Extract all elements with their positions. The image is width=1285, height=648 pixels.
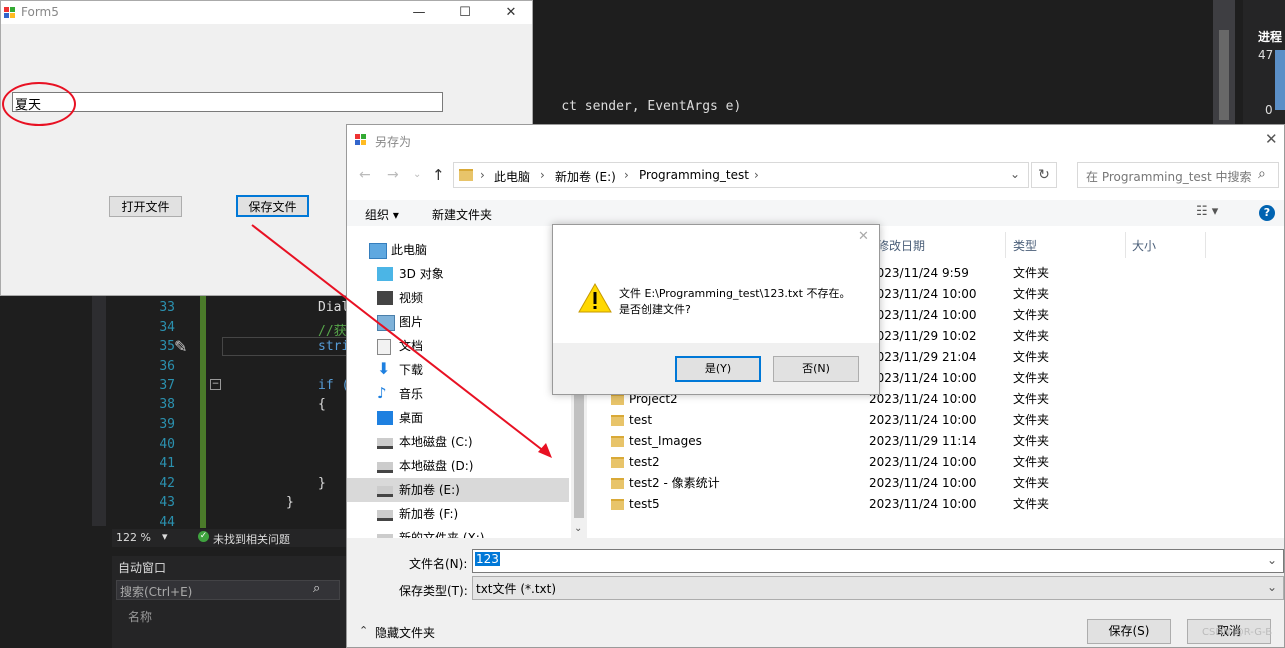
watermark: CSDN @R-G-B [1202, 627, 1273, 638]
annotation-arrow [251, 224, 552, 458]
